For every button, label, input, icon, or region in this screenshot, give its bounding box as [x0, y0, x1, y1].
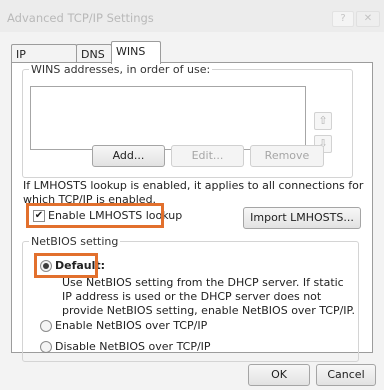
tab-dns[interactable]: DNS: [76, 44, 112, 63]
arrow-up-icon: ⇧: [318, 114, 328, 127]
import-lmhosts-button[interactable]: Import LMHOSTS...: [243, 207, 361, 229]
checkmark-icon: ✔: [34, 210, 44, 221]
remove-button[interactable]: Remove: [250, 145, 324, 167]
edit-button[interactable]: Edit...: [171, 145, 244, 167]
tab-wins[interactable]: WINS: [111, 41, 161, 64]
netbios-enable-radio[interactable]: [40, 320, 52, 332]
netbios-default-description: Use NetBIOS setting from the DHCP server…: [62, 276, 355, 317]
tab-ip-settings[interactable]: IP Settings: [11, 44, 77, 80]
move-up-button[interactable]: ⇧: [314, 112, 332, 130]
wins-address-list[interactable]: [30, 86, 306, 150]
enable-lmhosts-label[interactable]: Enable LMHOSTS lookup: [48, 209, 182, 223]
add-button[interactable]: Add...: [92, 145, 165, 167]
enable-lmhosts-checkbox[interactable]: ✔: [33, 210, 45, 222]
help-button[interactable]: ?: [332, 11, 354, 27]
ok-button[interactable]: OK: [248, 364, 310, 386]
netbios-disable-radio[interactable]: [40, 341, 52, 353]
netbios-label: NetBIOS setting: [31, 235, 119, 248]
netbios-disable-label[interactable]: Disable NetBIOS over TCP/IP: [55, 340, 211, 354]
lmhosts-description: If LMHOSTS lookup is enabled, it applies…: [23, 179, 364, 206]
title-bar[interactable]: Advanced TCP/IP Settings ? ✕: [0, 0, 384, 32]
close-button[interactable]: ✕: [356, 11, 380, 27]
netbios-enable-label[interactable]: Enable NetBIOS over TCP/IP: [55, 319, 207, 333]
netbios-default-label[interactable]: Default:: [55, 259, 105, 273]
cancel-button[interactable]: Cancel: [316, 364, 376, 386]
netbios-default-radio[interactable]: [40, 260, 52, 272]
wins-addresses-label: WINS addresses, in order of use:: [31, 63, 211, 76]
window-title: Advanced TCP/IP Settings: [7, 11, 154, 25]
